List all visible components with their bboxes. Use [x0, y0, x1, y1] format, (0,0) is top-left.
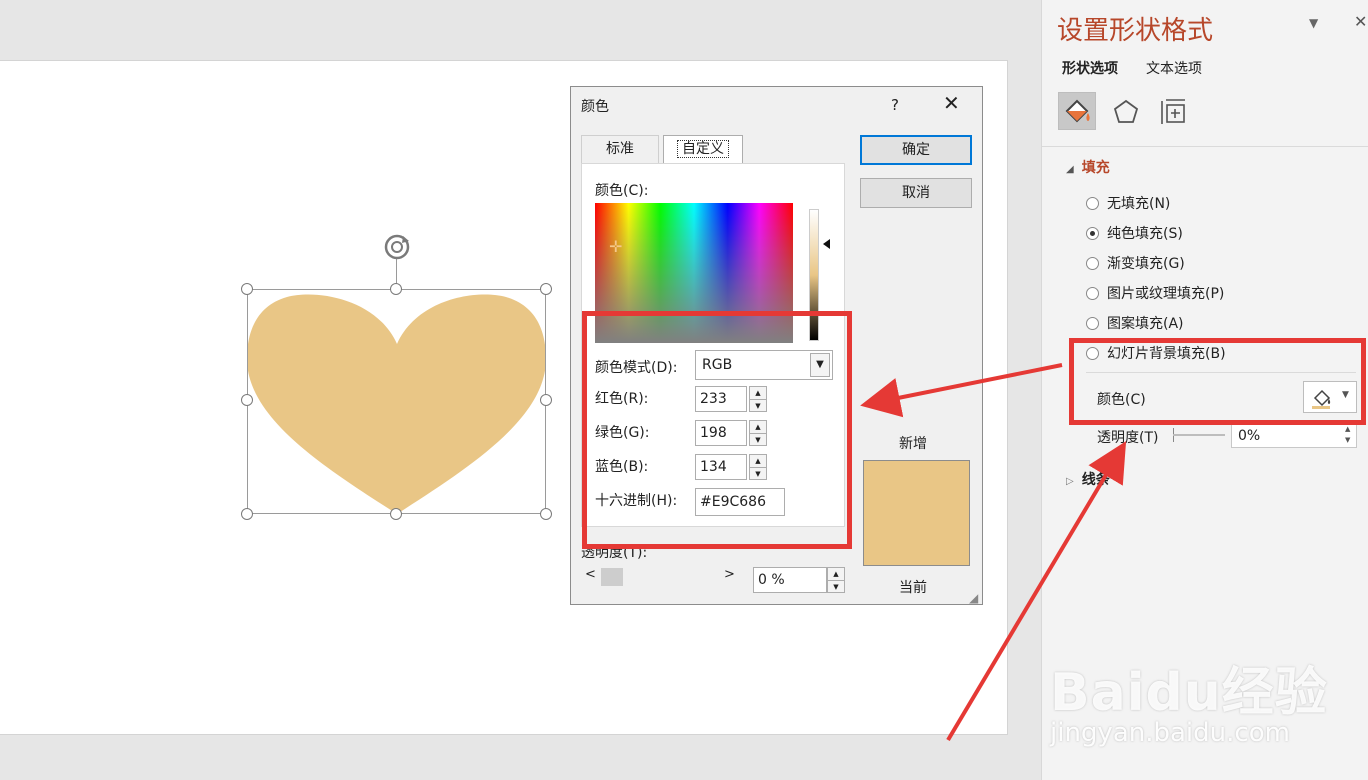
selection-box: [247, 289, 546, 514]
dialog-title: 颜色: [581, 99, 609, 115]
tab-custom[interactable]: 自定义: [663, 135, 743, 163]
baidu-logo-watermark: Baidu经验: [1050, 663, 1328, 723]
crosshair-icon: ✛: [609, 237, 623, 256]
radio-label: 图案填充(A): [1107, 316, 1184, 332]
tab-text-options[interactable]: 文本选项: [1146, 58, 1202, 78]
transparency-input[interactable]: 0 %: [753, 567, 827, 593]
resize-handle-w[interactable]: [241, 394, 253, 406]
size-properties-icon[interactable]: [1160, 98, 1188, 126]
transparency-thumb[interactable]: [601, 568, 623, 586]
pane-transparency-spinner-icon[interactable]: ▲ ▼: [1345, 424, 1350, 446]
radio-label: 纯色填充(S): [1107, 226, 1183, 242]
resize-handle-sw[interactable]: [241, 508, 253, 520]
radio-icon: [1086, 317, 1099, 330]
radio-no-fill[interactable]: 无填充(N): [1086, 193, 1170, 213]
scroll-left-icon[interactable]: <: [585, 567, 596, 582]
rotate-handle-icon[interactable]: [381, 232, 413, 262]
luminance-pointer-icon[interactable]: [823, 239, 830, 249]
spin-up-icon[interactable]: ▲: [828, 568, 844, 580]
pane-transparency-label: 透明度(T): [1097, 430, 1159, 446]
scroll-right-icon[interactable]: >: [724, 567, 735, 582]
fill-section-header[interactable]: ◢ 填充: [1066, 157, 1110, 177]
pane-close-icon[interactable]: ✕: [1354, 12, 1367, 31]
transparency-spinner[interactable]: ▲ ▼: [827, 567, 845, 593]
fill-line-icon[interactable]: [1058, 92, 1096, 130]
resize-handle-nw[interactable]: [241, 283, 253, 295]
resize-handle-ne[interactable]: [540, 283, 552, 295]
color-preview-swatch: [863, 460, 970, 566]
pane-divider: [1042, 146, 1368, 147]
color-picker-label: 颜色(C):: [595, 183, 649, 199]
collapse-triangle-icon: ◢: [1066, 164, 1074, 175]
radio-icon: [1086, 257, 1099, 270]
cancel-button[interactable]: 取消: [860, 178, 972, 208]
tab-standard[interactable]: 标准: [581, 135, 659, 163]
resize-grip-icon[interactable]: ◢: [969, 591, 978, 605]
resize-handle-e[interactable]: [540, 394, 552, 406]
spin-down-icon[interactable]: ▼: [828, 580, 844, 592]
highlight-box-pane: [1069, 338, 1366, 425]
radio-label: 渐变填充(G): [1107, 256, 1185, 272]
radio-gradient-fill[interactable]: 渐变填充(G): [1086, 253, 1185, 273]
effects-pentagon-icon[interactable]: [1112, 98, 1140, 126]
expand-triangle-icon: ▷: [1066, 476, 1074, 487]
radio-icon: [1086, 287, 1099, 300]
line-section-header[interactable]: ▷ 线条: [1066, 469, 1110, 489]
new-color-label: 新增: [899, 436, 927, 452]
radio-label: 无填充(N): [1107, 196, 1171, 212]
radio-selected-icon: [1086, 227, 1099, 240]
resize-handle-se[interactable]: [540, 508, 552, 520]
watermark-url: jingyan.baidu.com: [1050, 718, 1290, 748]
resize-handle-n[interactable]: [390, 283, 402, 295]
line-header-label: 线条: [1081, 472, 1110, 488]
radio-solid-fill[interactable]: 纯色填充(S): [1086, 223, 1183, 243]
help-button[interactable]: ?: [891, 96, 899, 114]
highlight-box-dialog: [582, 311, 852, 549]
pane-title: 设置形状格式: [1057, 16, 1214, 46]
tab-custom-label: 自定义: [677, 140, 729, 158]
radio-picture-fill[interactable]: 图片或纹理填充(P): [1086, 283, 1224, 303]
pane-transparency-input[interactable]: 0%: [1231, 424, 1357, 448]
resize-handle-s[interactable]: [390, 508, 402, 520]
close-icon[interactable]: ✕: [943, 91, 960, 115]
radio-pattern-fill[interactable]: 图案填充(A): [1086, 313, 1184, 333]
current-color-label: 当前: [899, 580, 927, 596]
radio-icon: [1086, 197, 1099, 210]
fill-header-label: 填充: [1081, 160, 1110, 176]
radio-label: 图片或纹理填充(P): [1107, 286, 1225, 302]
tab-shape-options[interactable]: 形状选项: [1062, 58, 1118, 78]
pane-options-chevron-icon[interactable]: ▼: [1309, 16, 1318, 30]
ok-button[interactable]: 确定: [860, 135, 972, 165]
transparency-slider[interactable]: [1173, 434, 1225, 436]
